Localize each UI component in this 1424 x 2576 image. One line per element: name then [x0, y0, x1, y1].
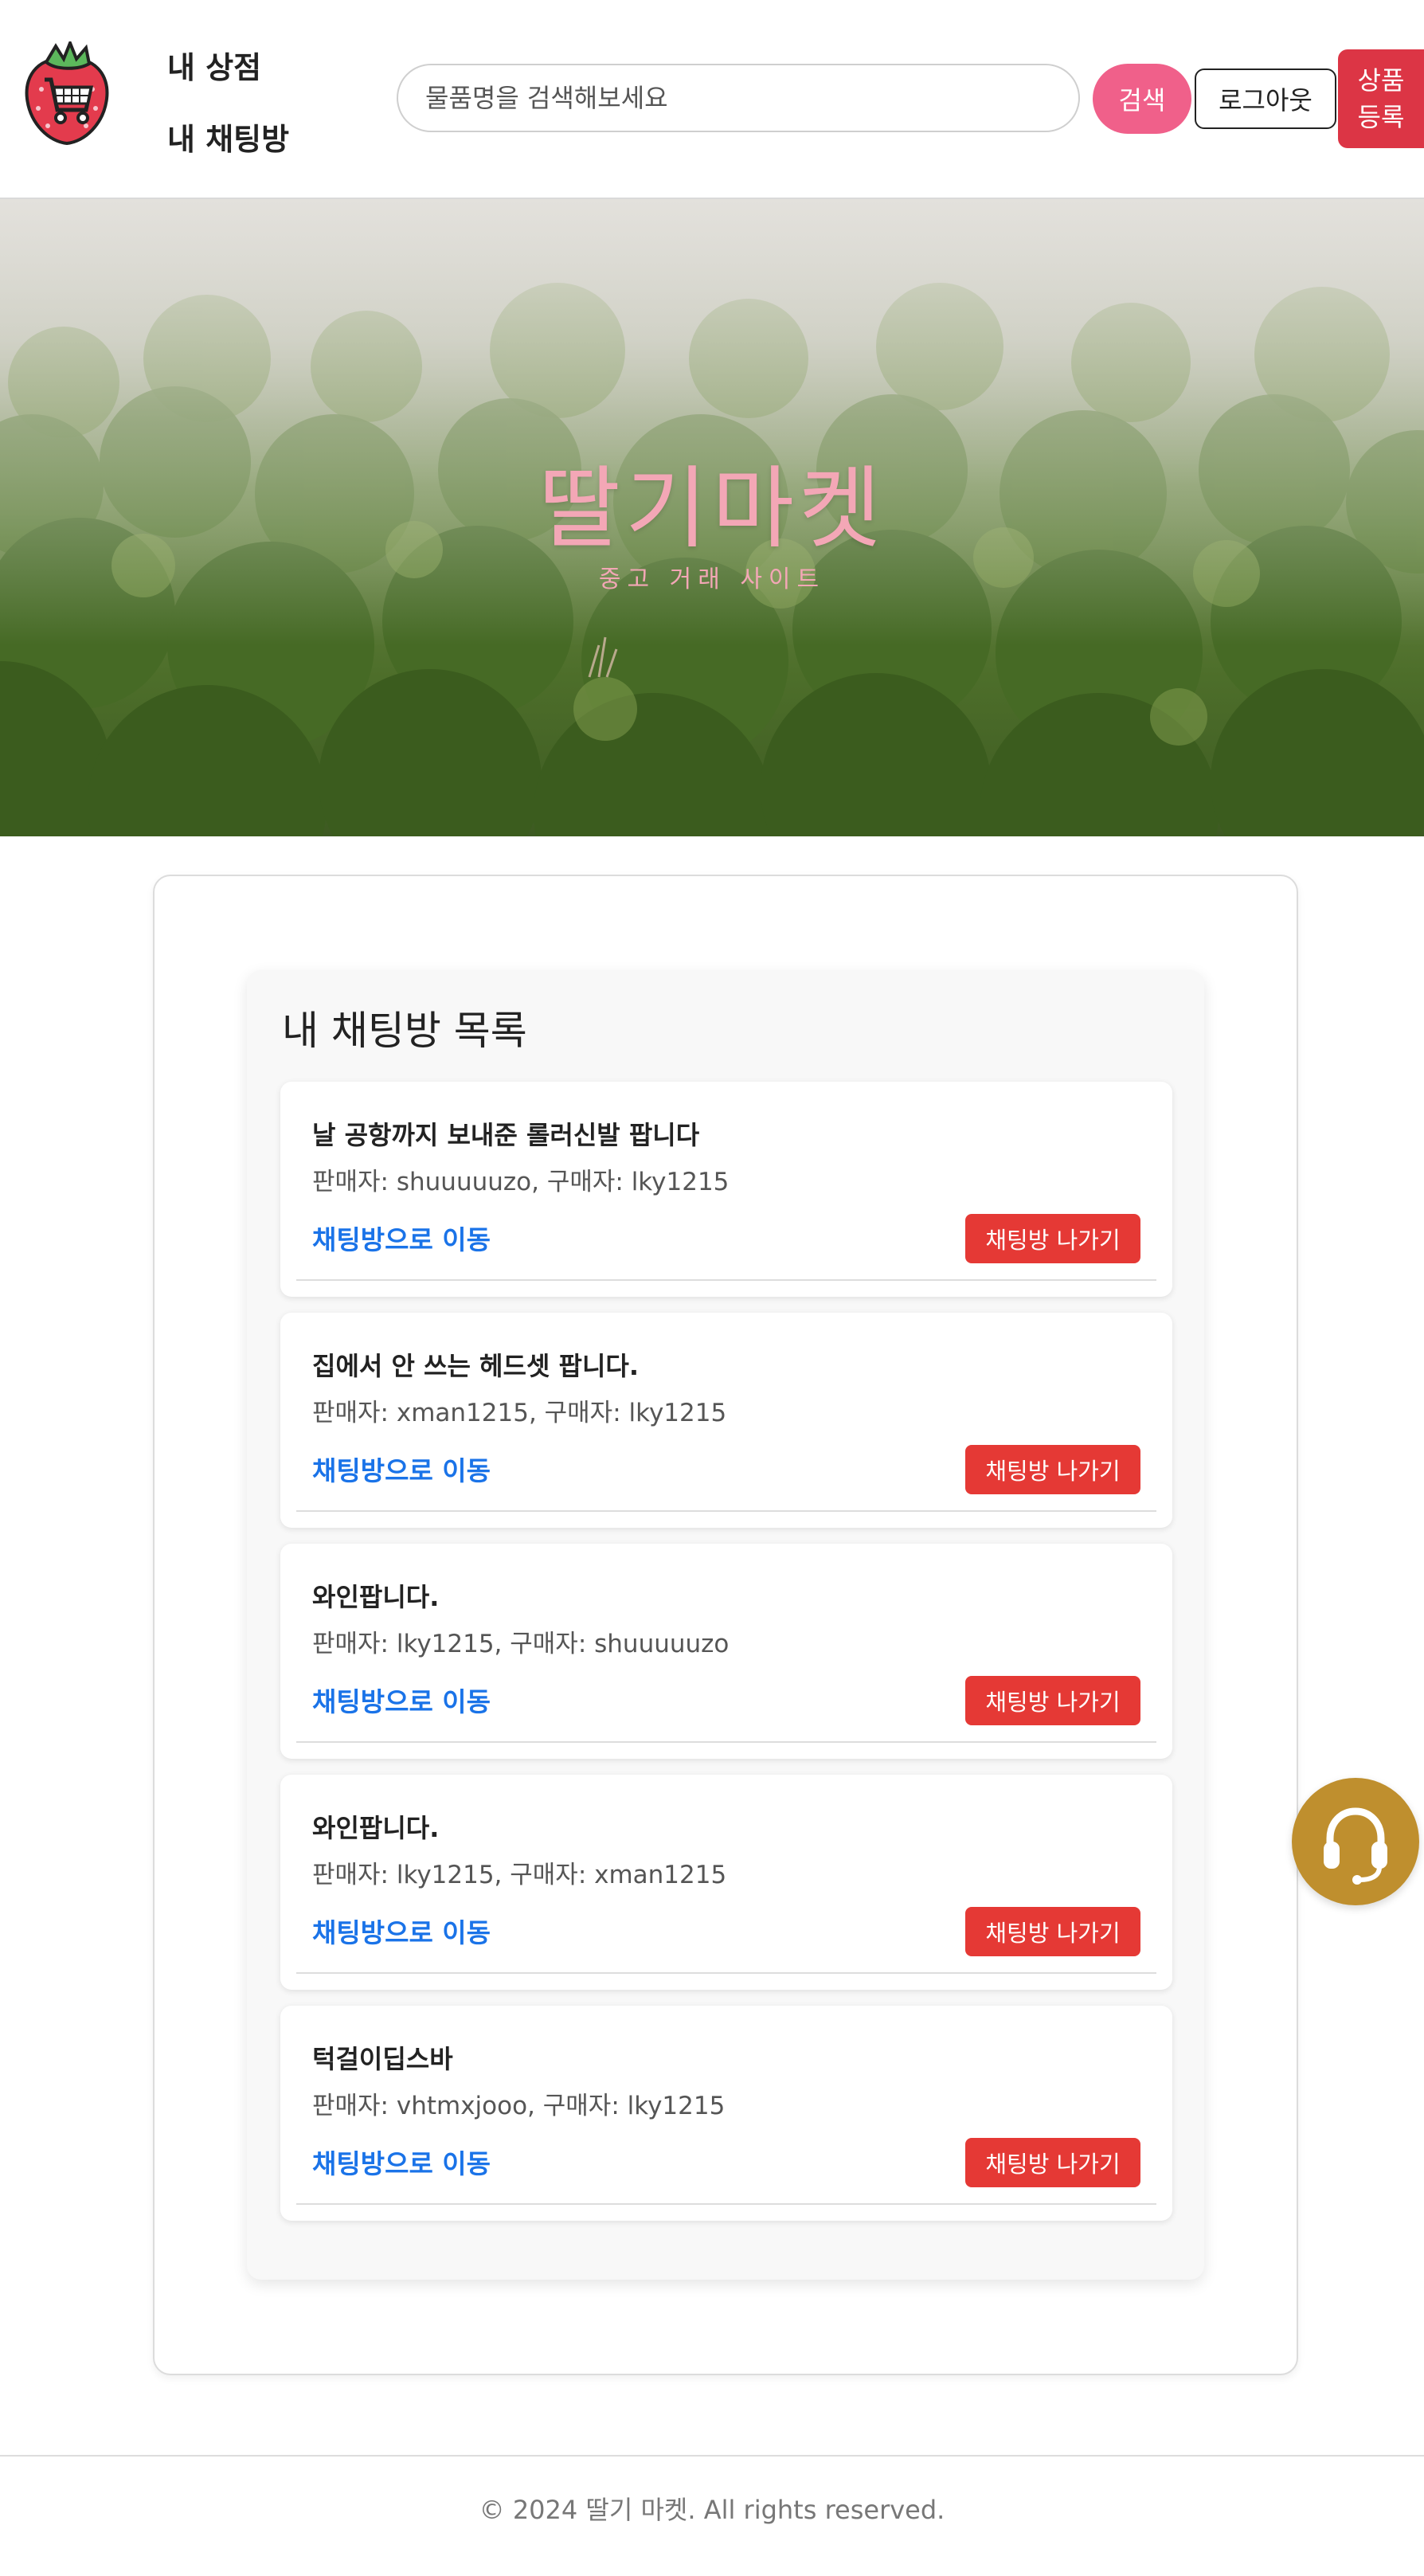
site-header: 내 상점 내 채팅방 검색 로그아웃 상품 등록 — [0, 0, 1424, 199]
chatroom-title: 날 공항까지 보내준 롤러신발 팝니다 — [312, 1120, 700, 1150]
chatroom-participants: 판매자: lky1215, 구매자: shuuuuuzo — [312, 1630, 730, 1658]
leave-chatroom-button[interactable]: 채팅방 나가기 — [965, 1214, 1140, 1263]
nav-my-shop[interactable]: 내 상점 — [167, 43, 261, 87]
chatroom-participants: 판매자: vhtmxjooo, 구매자: lky1215 — [312, 2092, 726, 2120]
chatroom-title: 집에서 안 쓰는 헤드셋 팝니다. — [312, 1351, 639, 1381]
search-input[interactable] — [397, 64, 1080, 132]
go-to-chatroom-link[interactable]: 채팅방으로 이동 — [312, 2143, 491, 2181]
chatroom-participants: 판매자: lky1215, 구매자: xman1215 — [312, 1861, 727, 1889]
search-button[interactable]: 검색 — [1093, 64, 1191, 134]
customer-support-button[interactable] — [1292, 1778, 1419, 1905]
logout-button[interactable]: 로그아웃 — [1195, 69, 1336, 129]
go-to-chatroom-link[interactable]: 채팅방으로 이동 — [312, 1450, 491, 1488]
hero-title: 딸기마켓 — [538, 457, 886, 561]
hero-subtitle: 중고 거래 사이트 — [598, 566, 826, 593]
chatroom-card: 와인팝니다. 판매자: lky1215, 구매자: shuuuuuzo 채팅방으… — [280, 1544, 1172, 1759]
leave-chatroom-button[interactable]: 채팅방 나가기 — [965, 2138, 1140, 2187]
chatroom-title: 와인팝니다. — [312, 1813, 440, 1843]
nav-my-chatrooms[interactable]: 내 채팅방 — [167, 115, 289, 159]
register-product-button[interactable]: 상품 등록 — [1338, 49, 1424, 148]
leave-chatroom-button[interactable]: 채팅방 나가기 — [965, 1676, 1140, 1725]
chatroom-card: 턱걸이딥스바 판매자: vhtmxjooo, 구매자: lky1215 채팅방으… — [280, 2006, 1172, 2221]
go-to-chatroom-link[interactable]: 채팅방으로 이동 — [312, 1912, 491, 1950]
strawberry-logo-icon — [25, 38, 109, 146]
divider — [296, 1741, 1156, 1743]
leave-chatroom-button[interactable]: 채팅방 나가기 — [965, 1445, 1140, 1494]
chatroom-card: 집에서 안 쓰는 헤드셋 팝니다. 판매자: xman1215, 구매자: lk… — [280, 1313, 1172, 1528]
leave-chatroom-button[interactable]: 채팅방 나가기 — [965, 1907, 1140, 1956]
divider — [296, 1972, 1156, 1974]
strawberry-cart-logo[interactable] — [22, 38, 111, 146]
chatroom-participants: 판매자: shuuuuuzo, 구매자: lky1215 — [312, 1168, 730, 1196]
headset-icon — [1324, 1807, 1387, 1885]
divider — [296, 1510, 1156, 1512]
go-to-chatroom-link[interactable]: 채팅방으로 이동 — [312, 1681, 491, 1719]
divider — [296, 2203, 1156, 2205]
copyright-text: © 2024 딸기 마켓. All rights reserved. — [479, 2495, 945, 2525]
chatroom-title: 와인팝니다. — [312, 1582, 440, 1612]
hero-banner: 딸기마켓 중고 거래 사이트 — [0, 199, 1424, 836]
divider — [296, 1279, 1156, 1281]
chatroom-card: 날 공항까지 보내준 롤러신발 팝니다 판매자: shuuuuuzo, 구매자:… — [280, 1082, 1172, 1297]
chatroom-card: 와인팝니다. 판매자: lky1215, 구매자: xman1215 채팅방으로… — [280, 1775, 1172, 1990]
go-to-chatroom-link[interactable]: 채팅방으로 이동 — [312, 1219, 491, 1257]
page-title: 내 채팅방 목록 — [282, 1008, 527, 1054]
chatroom-participants: 판매자: xman1215, 구매자: lky1215 — [312, 1399, 727, 1427]
site-footer: © 2024 딸기 마켓. All rights reserved. — [0, 2455, 1424, 2576]
chatroom-title: 턱걸이딥스바 — [312, 2044, 453, 2074]
